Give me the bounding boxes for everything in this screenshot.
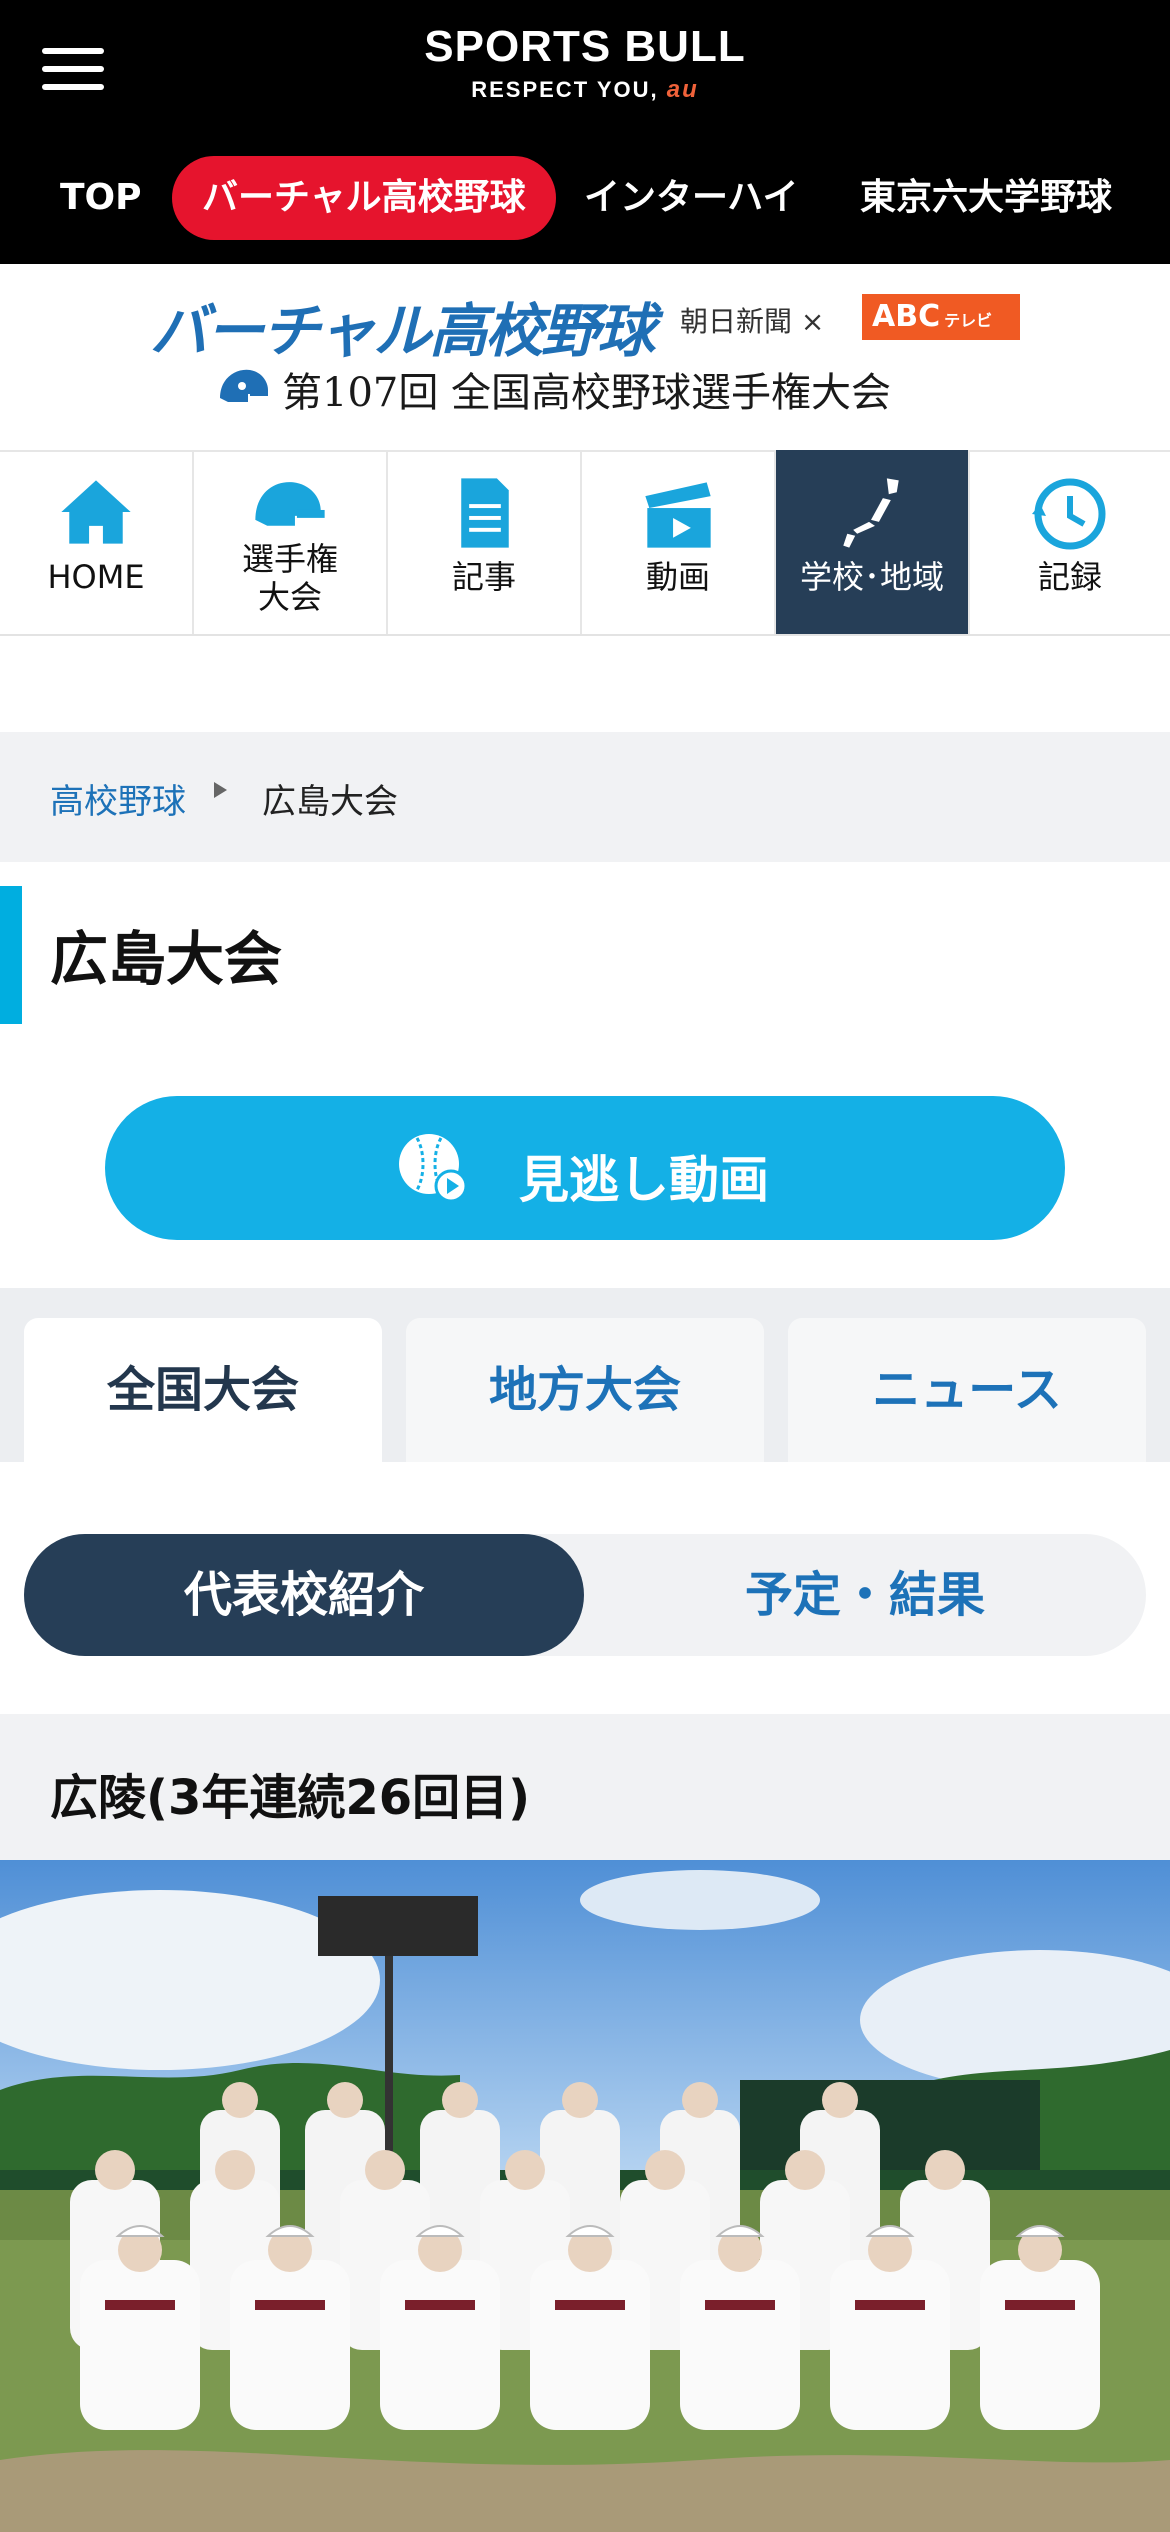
section-nav-label: 学校･地域 [799,558,944,596]
nav-item-tokyo-big6[interactable]: 東京六大学野球 [860,156,1112,240]
tab-national[interactable]: 全国大会 [24,1318,382,1462]
document-icon [461,478,509,548]
team-photo-illustration [0,1860,1170,2532]
team-photo [0,1860,1170,2532]
tagline-text: RESPECT YOU, [471,77,659,102]
japan-map-icon [843,478,899,548]
site-logo[interactable]: SPORTS BULL [0,22,1170,72]
history-clock-icon [1032,478,1106,550]
section-nav-label: 動画 [645,558,710,596]
segment-school-intro[interactable]: 代表校紹介 [24,1534,584,1656]
partner-abc-logo: ABC テレビ [862,294,1020,340]
section-nav-schools[interactable]: 学校･地域 [776,450,970,634]
section-nav-championship[interactable]: 選手権 大会 [194,450,388,634]
section-nav-videos[interactable]: 動画 [582,450,776,634]
helmet-icon [220,369,268,402]
nav-item-top[interactable]: TOP [60,156,142,240]
missed-video-label: 見逃し動画 [519,1151,769,1209]
breadcrumb: 高校野球 広島大会 [0,732,1170,862]
section-nav: HOME 選手権 大会 記事 動画 学校･地域 記録 [0,450,1170,636]
virtual-koshien-banner[interactable]: バーチャル高校野球 朝日新聞 × ABC テレビ 第107回 全国高校野球選手権大… [0,264,1170,452]
school-name: 広陵(3年連続26回目) [50,1770,531,1826]
au-brand: au [666,76,699,103]
helmet-icon [255,482,325,526]
nav-item-interhigh[interactable]: インターハイ [584,156,799,240]
home-icon [61,480,131,544]
section-nav-records[interactable]: 記録 [970,450,1170,634]
breadcrumb-separator-icon [214,782,227,798]
site-tagline: RESPECT YOU, au [0,76,1170,104]
tab-regional[interactable]: 地方大会 [406,1318,764,1462]
clapperboard-icon [645,482,711,548]
partner-asahi: 朝日新聞 × [680,305,825,338]
site-header: SPORTS BULL RESPECT YOU, au TOP バーチャル高校野… [0,0,1170,264]
breadcrumb-parent-link[interactable]: 高校野球 [50,774,186,823]
breadcrumb-current: 広島大会 [262,782,398,822]
section-nav-label: 記録 [1037,558,1102,596]
section-nav-articles[interactable]: 記事 [388,450,582,634]
section-nav-label: 選手権 大会 [241,540,338,616]
banner-title: バーチャル高校野球 [150,297,655,365]
abc-sub: テレビ [944,311,993,330]
baseball-play-icon [399,1134,467,1202]
segment-schedule-results[interactable]: 予定・結果 [584,1534,1146,1656]
segmented-control: 代表校紹介 予定・結果 [24,1534,1146,1656]
top-nav: TOP バーチャル高校野球 インターハイ 東京六大学野球 [0,152,1170,248]
title-accent-bar [0,886,22,1024]
page-title: 広島大会 [50,925,283,993]
tournament-name: 第107回 全国高校野球選手権大会 [282,370,892,416]
section-nav-label: 記事 [451,558,516,596]
abc-text: ABC [872,299,941,334]
section-nav-label: HOME [47,558,145,596]
nav-item-virtual-koshien[interactable]: バーチャル高校野球 [172,156,556,240]
school-header: 広陵(3年連続26回目) [0,1714,1170,1860]
missed-video-button[interactable]: 見逃し動画 [105,1096,1065,1240]
section-nav-home[interactable]: HOME [0,450,194,634]
tab-news[interactable]: ニュース [788,1318,1146,1462]
